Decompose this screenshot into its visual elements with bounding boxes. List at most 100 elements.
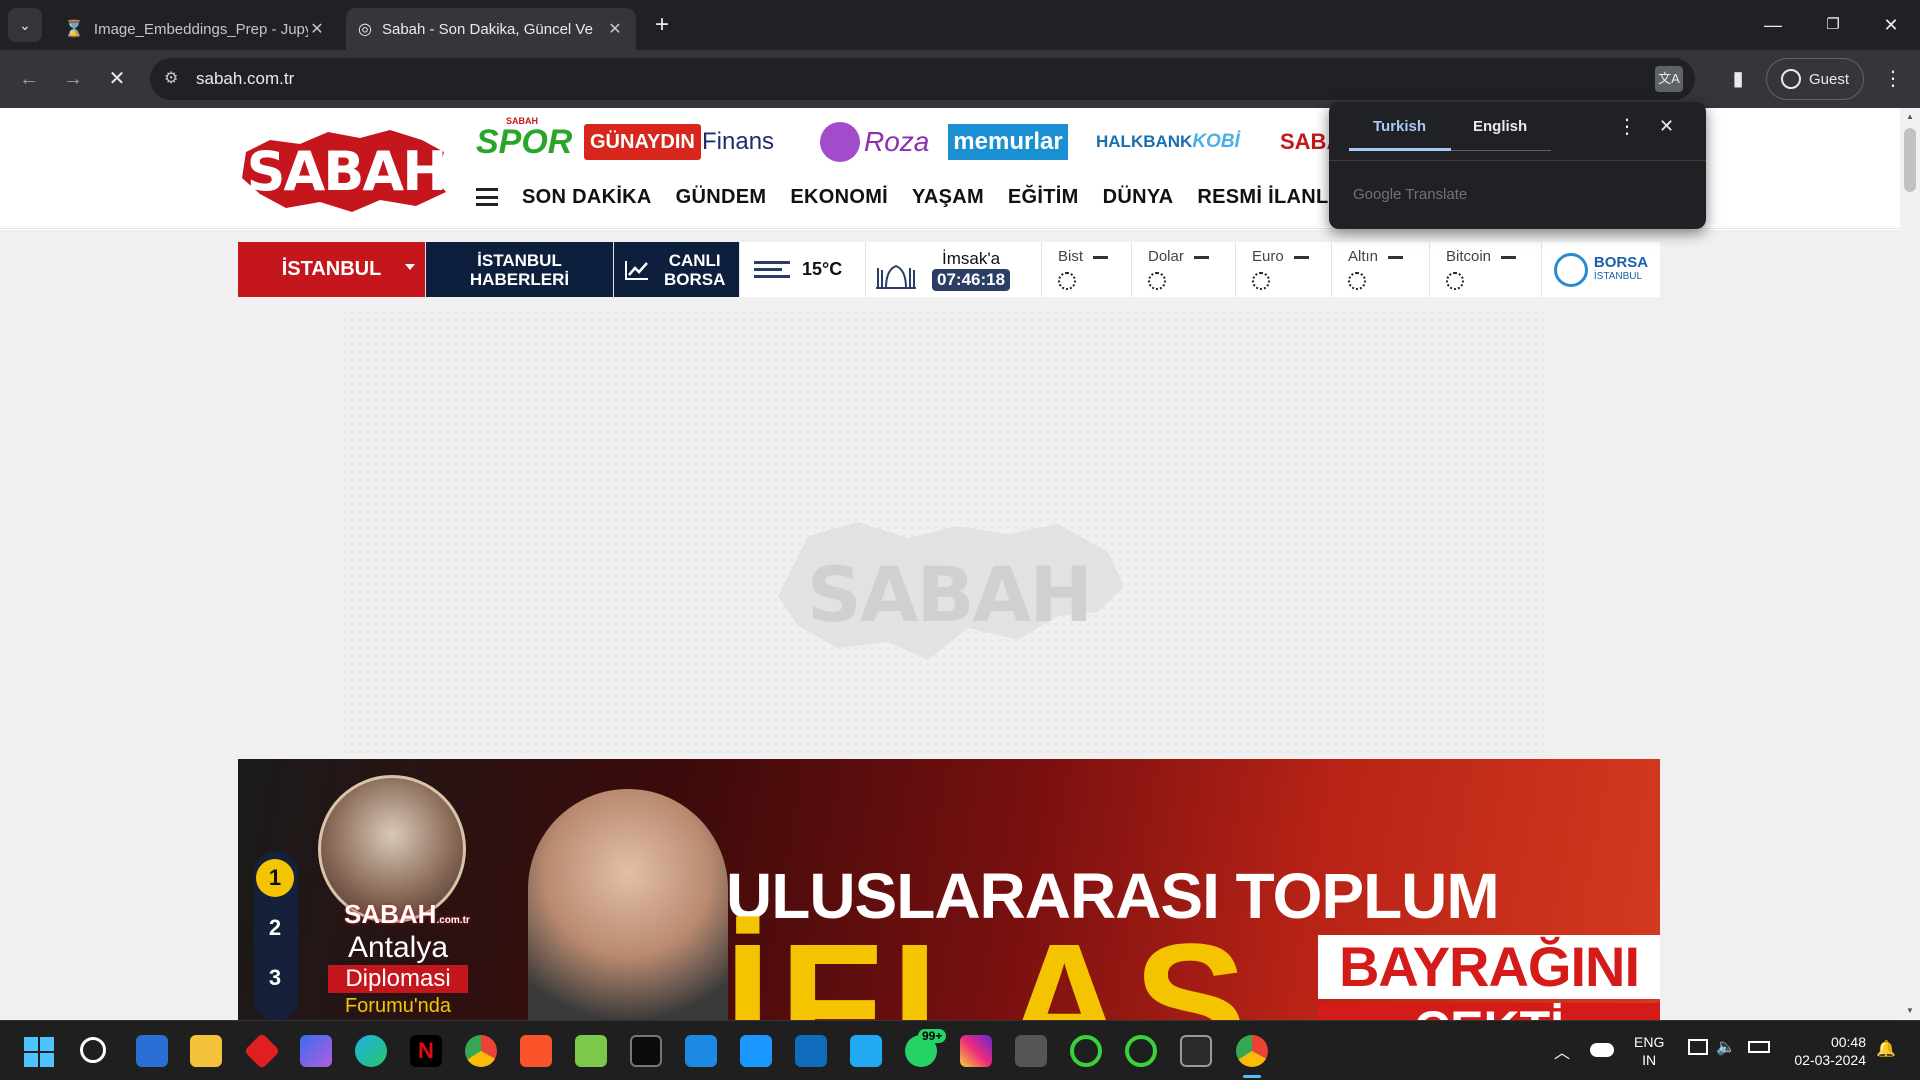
brave-icon[interactable] <box>520 1035 552 1067</box>
tab-title: Sabah - Son Dakika, Güncel Ve <box>381 20 593 38</box>
translate-popup: Turkish English ⋮ ✕ Google Translate <box>1329 102 1706 229</box>
scroll-up-icon[interactable]: ▲ <box>1906 112 1914 121</box>
brand-gunaydin[interactable]: GÜNAYDIN <box>584 124 701 160</box>
store-icon[interactable] <box>136 1035 168 1067</box>
account-icon <box>1780 69 1801 89</box>
live-market-link[interactable]: CANLI BORSA <box>614 242 740 297</box>
menu-dots-icon[interactable]: ⋮ <box>1878 64 1908 94</box>
nav-gundem[interactable]: GÜNDEM <box>676 186 767 209</box>
nav-egitim[interactable]: EĞİTİM <box>1008 186 1079 209</box>
scrollbar-thumb[interactable] <box>1904 128 1916 192</box>
tray-chevron-icon[interactable]: ︿ <box>1554 1039 1570 1063</box>
language-indicator[interactable]: ENG IN <box>1634 1033 1664 1069</box>
instagram-icon[interactable] <box>960 1035 992 1067</box>
windows-taskbar: N 99+ ︿ ENG IN 🔈 00:48 02-03-2024 🔔 <box>0 1020 1920 1080</box>
nav-dunya[interactable]: DÜNYA <box>1103 186 1174 209</box>
forum-title-line2: Diplomasi <box>328 965 468 993</box>
scroll-down-icon[interactable]: ▼ <box>1906 1006 1914 1015</box>
brand-finans[interactable]: Finans <box>702 120 774 164</box>
whatsapp-badge: 99+ <box>918 1029 947 1043</box>
brand-halkbank-kobi[interactable]: HALKBANK KOBİ <box>1096 120 1240 164</box>
nav-yasam[interactable]: YAŞAM <box>912 186 984 209</box>
forward-icon[interactable]: → <box>58 64 88 94</box>
sabah-logo[interactable]: SABAH <box>240 122 450 214</box>
new-tab-button[interactable]: + <box>646 10 678 42</box>
caret-down-icon <box>405 264 415 270</box>
minimize-button[interactable]: — <box>1753 10 1793 40</box>
onedrive-icon[interactable] <box>1590 1043 1614 1057</box>
notepad-icon[interactable] <box>575 1035 607 1067</box>
hamburger-menu-icon[interactable] <box>476 188 498 206</box>
notification-bell-icon[interactable]: 🔔 <box>1876 1039 1896 1059</box>
market-bitcoin[interactable]: Bitcoin <box>1430 242 1542 297</box>
edge-icon[interactable] <box>355 1035 387 1067</box>
netflix-icon[interactable]: N <box>410 1035 442 1067</box>
close-icon[interactable]: ✕ <box>606 19 624 39</box>
brand-super-label: SABAH <box>506 116 539 126</box>
page-scrollbar[interactable]: ▲ ▼ <box>1900 108 1920 1020</box>
prayer-time-widget[interactable]: İmsak'a 07:46:18 <box>866 242 1042 297</box>
close-icon[interactable]: ✕ <box>1659 116 1674 137</box>
tab-jupyter[interactable]: ⌛ Image_Embeddings_Prep - Jupy ✕ <box>52 8 338 50</box>
more-options-icon[interactable]: ⋮ <box>1617 114 1637 139</box>
lang-tab-turkish[interactable]: Turkish <box>1373 118 1426 135</box>
slide-dot-3[interactable]: 3 <box>256 959 294 997</box>
site-info-icon[interactable]: ⚙ <box>164 68 178 88</box>
brand-roza[interactable]: Roza <box>820 120 929 164</box>
address-bar[interactable]: ⚙ sabah.com.tr 文A <box>150 58 1695 100</box>
app-green-ring-2-icon[interactable] <box>1125 1035 1157 1067</box>
back-icon[interactable]: ← <box>14 64 44 94</box>
vscode-icon[interactable] <box>850 1035 882 1067</box>
lang-tab-english[interactable]: English <box>1473 118 1527 135</box>
app-gray-icon[interactable] <box>1015 1035 1047 1067</box>
battery-icon[interactable] <box>1748 1041 1770 1053</box>
powershell-icon[interactable] <box>1180 1035 1212 1067</box>
borsa-istanbul-logo[interactable]: BORSA İSTANBUL <box>1542 242 1660 297</box>
side-panel-icon[interactable]: ▮ <box>1723 64 1753 94</box>
close-window-button[interactable]: ✕ <box>1871 10 1911 40</box>
city-news-link[interactable]: İSTANBUL HABERLERİ <box>426 242 614 297</box>
market-euro[interactable]: Euro <box>1236 242 1332 297</box>
restore-button[interactable]: ❐ <box>1813 10 1853 40</box>
weather-widget[interactable]: 15°C <box>740 242 866 297</box>
network-icon[interactable] <box>1688 1039 1708 1055</box>
profile-button[interactable]: Guest <box>1766 58 1864 100</box>
brand-memurlar[interactable]: memurlar <box>948 124 1068 160</box>
chrome-active-icon[interactable] <box>1236 1035 1268 1067</box>
city-selector[interactable]: İSTANBUL <box>238 242 426 297</box>
outlook-icon[interactable] <box>795 1035 827 1067</box>
city-label: İSTANBUL <box>281 258 382 280</box>
chrome-icon[interactable] <box>465 1035 497 1067</box>
prayer-countdown: 07:46:18 <box>932 268 1011 291</box>
volume-muted-icon[interactable]: 🔈 <box>1716 1037 1736 1057</box>
brand-spor[interactable]: SPOR SABAH <box>476 116 572 164</box>
search-icon[interactable] <box>80 1037 106 1063</box>
windows-start-icon[interactable] <box>24 1037 54 1067</box>
market-dolar[interactable]: Dolar <box>1132 242 1236 297</box>
tab-search-button[interactable]: ⌄ <box>8 8 42 42</box>
nav-ekonomi[interactable]: EKONOMİ <box>790 186 888 209</box>
prime-video-icon[interactable] <box>740 1035 772 1067</box>
clock[interactable]: 00:48 02-03-2024 <box>1782 1033 1866 1069</box>
browser-toolbar: ← → ✕ ⚙ sabah.com.tr 文A ▮ Guest ⋮ <box>0 50 1920 108</box>
market-altin[interactable]: Altın <box>1332 242 1430 297</box>
tab-sabah[interactable]: ◎ Sabah - Son Dakika, Güncel Ve ✕ <box>346 8 636 50</box>
slide-dot-2[interactable]: 2 <box>256 909 294 947</box>
forum-title-line3: Forumu'nda <box>344 995 452 1017</box>
copilot-icon[interactable] <box>300 1035 332 1067</box>
app-blue-icon[interactable] <box>685 1035 717 1067</box>
headline-slider[interactable]: 1 2 3 SABAH.com.tr Antalya Diplomasi For… <box>238 759 1660 1020</box>
slide-dot-1[interactable]: 1 <box>256 859 294 897</box>
file-explorer-icon[interactable] <box>190 1035 222 1067</box>
app-red-diamond-icon[interactable] <box>243 1032 281 1070</box>
market-bist[interactable]: Bist <box>1042 242 1132 297</box>
hourglass-icon: ⌛ <box>64 21 84 38</box>
close-icon[interactable]: ✕ <box>308 19 326 39</box>
tab-divider <box>1451 150 1551 151</box>
translate-icon[interactable]: 文A <box>1655 66 1683 92</box>
terminal-icon[interactable] <box>630 1035 662 1067</box>
stop-loading-icon[interactable]: ✕ <box>102 64 132 94</box>
nav-son-dakika[interactable]: SON DAKİKA <box>522 186 652 209</box>
app-green-ring-icon[interactable] <box>1070 1035 1102 1067</box>
loading-spinner-icon <box>1058 272 1076 290</box>
